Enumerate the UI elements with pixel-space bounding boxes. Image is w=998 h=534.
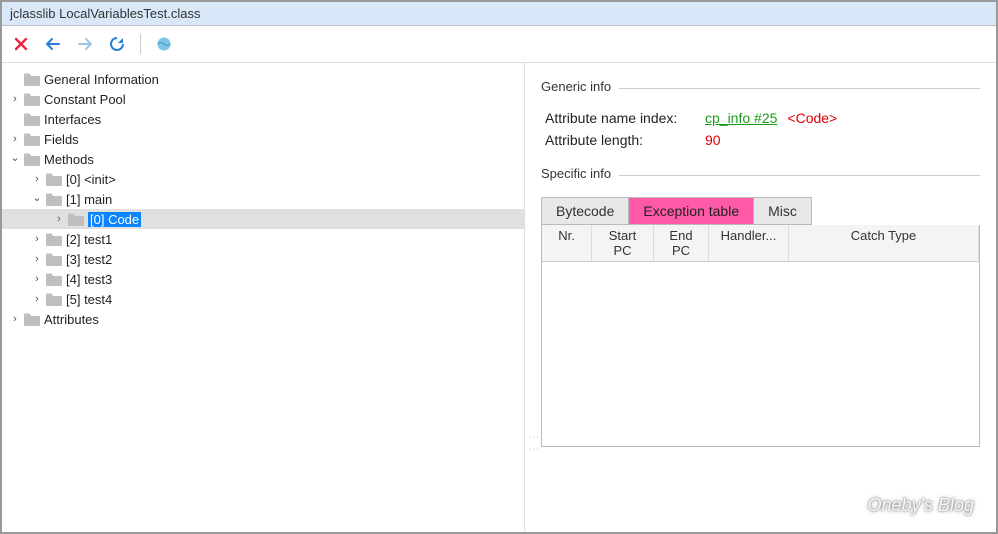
tree-item-label: Methods	[44, 152, 94, 167]
chevron-right-icon[interactable]: ›	[8, 133, 22, 145]
tree-item[interactable]: › [4] test3	[2, 269, 524, 289]
folder-icon	[46, 173, 62, 186]
column-header[interactable]: End PC	[654, 225, 709, 261]
tree-item[interactable]: › [2] test1	[2, 229, 524, 249]
chevron-right-icon: ›	[8, 73, 22, 85]
folder-icon	[24, 313, 40, 326]
tree-pane: › General Information › Constant Pool › Inter…	[2, 63, 525, 531]
forward-icon[interactable]	[76, 35, 94, 53]
folder-icon	[46, 253, 62, 266]
attr-name-row: Attribute name index: cp_info #25 <Code>	[545, 110, 976, 126]
folder-icon	[24, 73, 40, 86]
tree-item-label: Interfaces	[44, 112, 101, 127]
detail-pane: Generic info Attribute name index: cp_in…	[525, 63, 996, 531]
tree-item-label: [2] test1	[66, 232, 112, 247]
window-title: jclasslib LocalVariablesTest.class	[10, 6, 201, 21]
attr-len-label: Attribute length:	[545, 132, 705, 148]
tree-item[interactable]: › Interfaces	[2, 109, 524, 129]
main-split: › General Information › Constant Pool › Inter…	[2, 63, 996, 531]
tree-item[interactable]: › [0] Code	[2, 209, 524, 229]
toolbar-divider	[140, 34, 141, 54]
folder-icon	[24, 153, 40, 166]
chevron-right-icon[interactable]: ›	[30, 233, 44, 245]
refresh-icon[interactable]	[108, 35, 126, 53]
folder-icon	[24, 133, 40, 146]
tab-bytecode[interactable]: Bytecode	[541, 197, 629, 225]
tab-misc[interactable]: Misc	[753, 197, 812, 225]
tree-item[interactable]: › Constant Pool	[2, 89, 524, 109]
column-header[interactable]: Handler...	[709, 225, 789, 261]
folder-icon	[24, 113, 40, 126]
tree-item-label: [0] <init>	[66, 172, 116, 187]
attr-len-row: Attribute length: 90	[545, 132, 976, 148]
chevron-right-icon[interactable]: ›	[8, 313, 22, 325]
chevron-right-icon[interactable]: ›	[30, 253, 44, 265]
tree-item[interactable]: › [0] <init>	[2, 169, 524, 189]
attr-name-tag: <Code>	[787, 110, 837, 126]
generic-info-label: Generic info	[541, 79, 611, 94]
chevron-right-icon[interactable]: ›	[52, 213, 66, 225]
tree-item-label: [0] Code	[88, 212, 141, 227]
table-header: Nr.Start PCEnd PCHandler...Catch Type	[542, 225, 979, 262]
tree-item[interactable]: › [3] test2	[2, 249, 524, 269]
folder-icon	[46, 293, 62, 306]
tree-item[interactable]: › Fields	[2, 129, 524, 149]
chevron-down-icon[interactable]: ⌄	[30, 191, 44, 204]
folder-icon	[46, 233, 62, 246]
chevron-right-icon[interactable]: ›	[30, 173, 44, 185]
chevron-down-icon[interactable]: ⌄	[8, 151, 22, 164]
attr-name-label: Attribute name index:	[545, 110, 705, 126]
column-header[interactable]: Nr.	[542, 225, 592, 261]
tree-item-label: [4] test3	[66, 272, 112, 287]
column-header[interactable]: Catch Type	[789, 225, 979, 261]
specific-info-label: Specific info	[541, 166, 611, 181]
close-icon[interactable]	[12, 35, 30, 53]
tree-item[interactable]: › [5] test4	[2, 289, 524, 309]
folder-icon	[68, 213, 84, 226]
attr-len-value: 90	[705, 132, 721, 148]
tree-item-label: [5] test4	[66, 292, 112, 307]
tree-item-label: [3] test2	[66, 252, 112, 267]
window-titlebar: jclasslib LocalVariablesTest.class	[2, 2, 996, 26]
folder-icon	[24, 93, 40, 106]
column-header[interactable]: Start PC	[592, 225, 654, 261]
exception-table: Nr.Start PCEnd PCHandler...Catch Type	[541, 225, 980, 447]
toolbar	[2, 26, 996, 63]
divider-line	[619, 175, 980, 176]
chevron-right-icon[interactable]: ›	[8, 93, 22, 105]
specific-info-header: Specific info	[541, 166, 980, 185]
attr-name-link[interactable]: cp_info #25	[705, 110, 777, 126]
tree-item-label: Attributes	[44, 312, 99, 327]
splitter-grip[interactable]: ⋮⋮	[528, 432, 539, 456]
folder-icon	[46, 193, 62, 206]
tab-exception-table[interactable]: Exception table	[628, 197, 754, 225]
back-icon[interactable]	[44, 35, 62, 53]
folder-icon	[46, 273, 62, 286]
tree-item[interactable]: ⌄ Methods	[2, 149, 524, 169]
tree-item-label: [1] main	[66, 192, 112, 207]
tree-item-label: Fields	[44, 132, 79, 147]
generic-info-header: Generic info	[541, 79, 980, 98]
chevron-right-icon[interactable]: ›	[30, 273, 44, 285]
globe-icon[interactable]	[155, 35, 173, 53]
chevron-right-icon[interactable]: ›	[30, 293, 44, 305]
tree-item-label: General Information	[44, 72, 159, 87]
tree-item[interactable]: › General Information	[2, 69, 524, 89]
divider-line	[619, 88, 980, 89]
chevron-right-icon: ›	[8, 113, 22, 125]
tree-item[interactable]: ⌄ [1] main	[2, 189, 524, 209]
tree-item-label: Constant Pool	[44, 92, 126, 107]
tree-item[interactable]: › Attributes	[2, 309, 524, 329]
tabs: BytecodeException tableMisc	[541, 197, 980, 225]
